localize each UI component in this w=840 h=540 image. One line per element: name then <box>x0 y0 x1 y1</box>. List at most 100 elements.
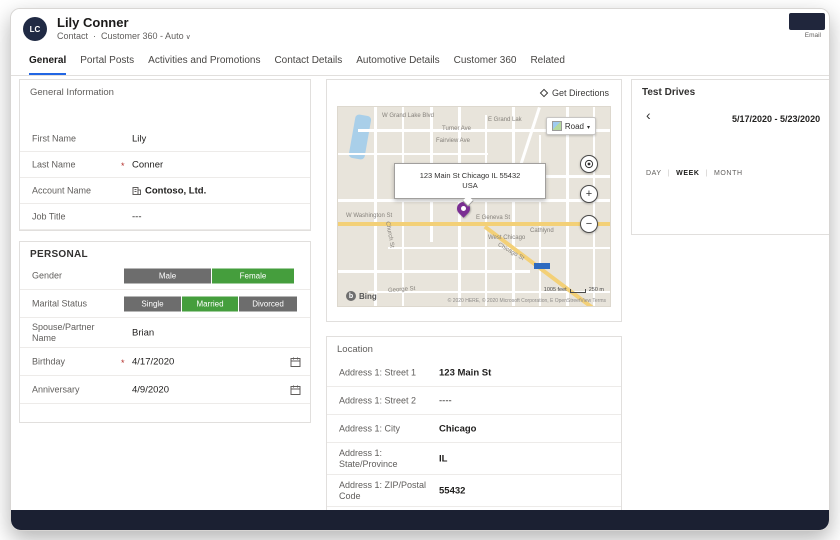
field-label: Address 1: Street 1 <box>339 366 417 377</box>
zoom-out-button[interactable]: − <box>580 215 598 233</box>
field-row-city: Address 1: City Chicago <box>327 415 621 443</box>
tab-activities-and-promotions[interactable]: Activities and Promotions <box>148 55 260 75</box>
field-row-anniversary: Anniversary 4/9/2020 <box>20 376 310 404</box>
street-label: W Washington St <box>346 213 393 219</box>
field-value[interactable]: 4/9/2020 <box>132 384 169 395</box>
locate-icon <box>584 159 594 169</box>
field-list: Gender Male Female Marital Status Single… <box>20 262 310 404</box>
street-label: Turner Ave <box>442 126 472 132</box>
chevron-down-icon <box>587 122 590 131</box>
map-road <box>402 107 404 306</box>
map-view-dropdown[interactable]: Road <box>545 117 596 135</box>
field-value[interactable]: IL <box>439 453 447 464</box>
map-road-major <box>338 222 610 226</box>
option-married[interactable]: Married <box>182 296 238 311</box>
field-row-zip: Address 1: ZIP/Postal Code 55432 <box>327 475 621 507</box>
street-label: E Grand Lak <box>488 117 522 123</box>
tab-customer-360[interactable]: Customer 360 <box>454 55 517 75</box>
chevron-left-icon[interactable]: ‹ <box>646 108 651 122</box>
option-divorced[interactable]: Divorced <box>239 296 297 311</box>
tab-general[interactable]: General <box>29 55 67 75</box>
calendar-icon[interactable] <box>290 384 301 395</box>
view-separator <box>668 170 670 177</box>
field-list: First Name Lily Last Name Conner Account… <box>20 126 310 230</box>
field-label: Account Name <box>32 184 92 195</box>
view-week[interactable]: WEEK <box>676 170 699 177</box>
calendar-view-switcher: DAY WEEK MONTH <box>646 170 743 177</box>
map-thumbnail-icon <box>551 121 562 131</box>
tab-portal-posts[interactable]: Portal Posts <box>80 55 134 75</box>
email-button[interactable] <box>789 13 825 30</box>
field-value[interactable]: Contoso, Ltd. <box>132 185 206 196</box>
tooltip-country: USA <box>462 181 478 190</box>
get-directions-label: Get Directions <box>551 88 609 98</box>
bing-wordmark: Bing <box>359 291 377 301</box>
view-day[interactable]: DAY <box>646 170 662 177</box>
field-row-state: Address 1: State/Province IL <box>327 443 621 475</box>
field-value[interactable]: --- <box>132 211 142 222</box>
field-label: Birthday <box>32 355 66 366</box>
field-label: Last Name <box>32 158 76 169</box>
section-title: PERSONAL <box>30 249 88 260</box>
zoom-in-button[interactable]: + <box>580 185 598 203</box>
scale-feet-label: 1005 feet <box>543 287 567 293</box>
map-road <box>485 115 487 306</box>
field-row-street2: Address 1: Street 2 ---- <box>327 387 621 415</box>
record-subtitle: Contact Customer 360 - Auto <box>57 31 191 41</box>
field-value[interactable]: Conner <box>132 159 163 170</box>
field-value[interactable]: ---- <box>439 395 452 406</box>
field-label: Spouse/Partner Name <box>32 321 95 343</box>
field-row-job-title: Job Title --- <box>20 204 310 230</box>
tab-automotive-details[interactable]: Automotive Details <box>356 55 439 75</box>
field-label: Address 1: City <box>339 422 401 433</box>
required-indicator <box>121 156 125 174</box>
map-road <box>374 107 377 306</box>
option-female[interactable]: Female <box>212 268 294 283</box>
field-value[interactable]: Chicago <box>439 423 476 434</box>
directions-icon <box>539 88 549 98</box>
tooltip-address: 123 Main St Chicago IL 55432 <box>419 170 521 180</box>
field-row-gender: Gender Male Female <box>20 262 310 290</box>
tab-related[interactable]: Related <box>530 55 564 75</box>
map-road <box>593 107 595 306</box>
bing-icon: b <box>346 291 356 301</box>
view-month[interactable]: MONTH <box>714 170 743 177</box>
field-row-birthday: Birthday 4/17/2020 <box>20 348 310 376</box>
map-section: Get Directions W Grand Lake Blvd Turner … <box>326 79 622 322</box>
tab-contact-details[interactable]: Contact Details <box>274 55 342 75</box>
page-title: Lily Conner <box>57 15 129 30</box>
app-window: LC Lily Conner Contact Customer 360 - Au… <box>10 8 830 531</box>
field-value[interactable]: 4/17/2020 <box>132 356 174 367</box>
map-road <box>338 199 610 202</box>
field-value[interactable]: Brian <box>132 327 154 338</box>
get-directions-button[interactable]: Get Directions <box>539 88 609 98</box>
option-male[interactable]: Male <box>124 268 211 283</box>
street-label: West Chicago <box>488 235 526 241</box>
option-single[interactable]: Single <box>124 296 181 311</box>
map-copyright[interactable]: © 2020 HERE, © 2020 Microsoft Corporatio… <box>448 298 606 304</box>
field-value[interactable]: 123 Main St <box>439 367 491 378</box>
field-row-account-name: Account Name Contoso, Ltd. <box>20 178 310 204</box>
email-button-label: Email <box>804 32 821 39</box>
field-label: Job Title <box>32 210 66 221</box>
scale-bar <box>569 289 586 293</box>
location-section: Location Address 1: Street 1 123 Main St… <box>326 336 622 512</box>
required-indicator <box>121 353 125 371</box>
section-title: Test Drives <box>642 87 696 98</box>
field-row-last-name: Last Name Conner <box>20 152 310 178</box>
form-selector[interactable]: Customer 360 - Auto <box>101 31 191 41</box>
field-value[interactable]: 55432 <box>439 485 465 496</box>
avatar: LC <box>23 17 47 41</box>
gender-option-set: Male Female <box>124 268 294 283</box>
map-scale: 1005 feet 250 m <box>544 287 604 293</box>
scale-meters-label: 250 m <box>588 287 604 293</box>
marital-status-option-set: Single Married Divorced <box>124 296 297 311</box>
locate-me-button[interactable] <box>580 155 598 173</box>
calendar-icon[interactable] <box>290 356 301 367</box>
form-tab-bar: General Portal Posts Activities and Prom… <box>11 49 829 76</box>
field-value[interactable]: Lily <box>132 133 146 144</box>
street-label: Cathlynd <box>530 228 554 234</box>
street-label: W Grand Lake Blvd <box>382 113 435 119</box>
map-road <box>338 153 488 155</box>
bing-map-canvas[interactable]: W Grand Lake Blvd Turner Ave Fairview Av… <box>337 106 611 307</box>
